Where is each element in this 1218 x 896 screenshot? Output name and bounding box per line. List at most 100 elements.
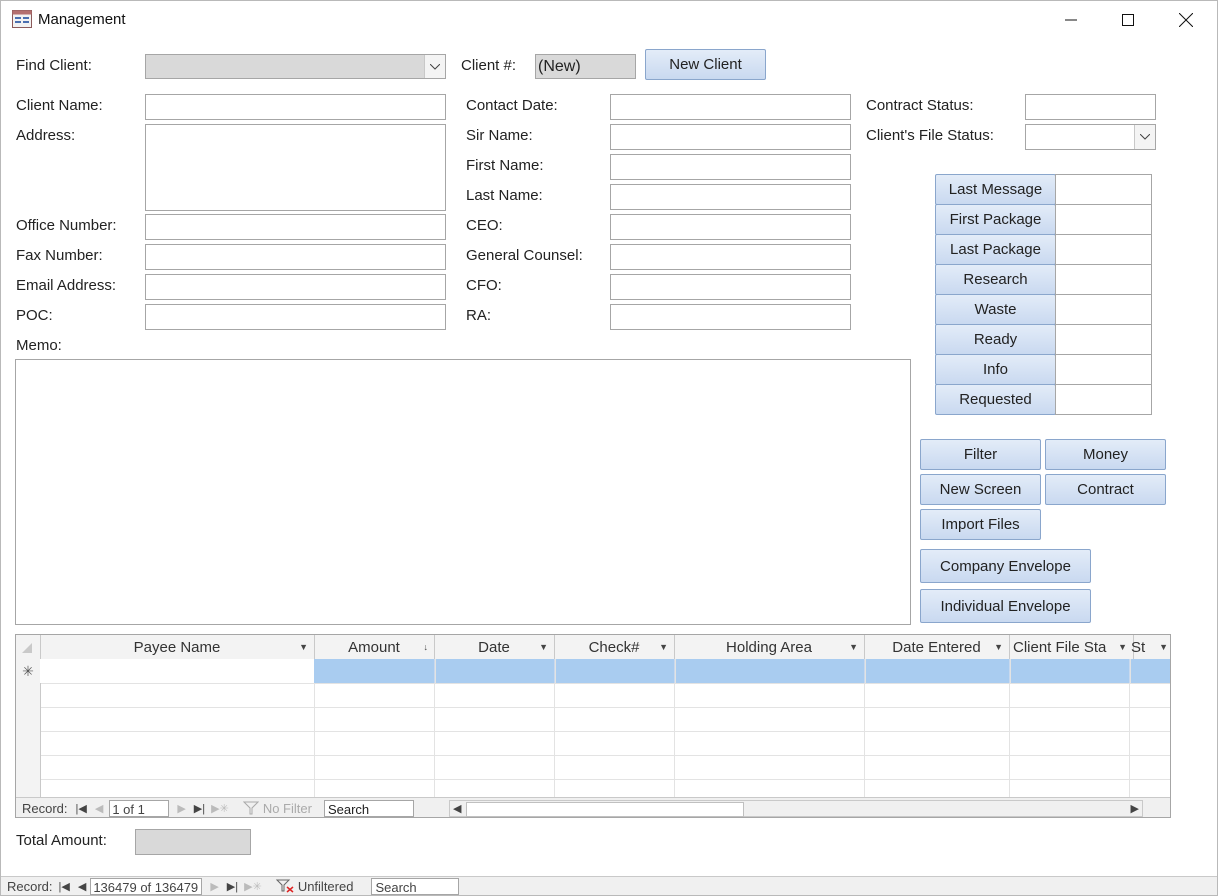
individual-envelope-button[interactable]: Individual Envelope bbox=[920, 589, 1091, 623]
poc-label: POC: bbox=[16, 307, 53, 324]
empty-row bbox=[16, 707, 1170, 732]
minimize-button[interactable] bbox=[1048, 4, 1094, 36]
col-check-number[interactable]: Check# ▼ bbox=[554, 635, 675, 659]
datasheet-header: Payee Name ▼ Amount ↓ Date ▼ Check# ▼ Holdin… bbox=[16, 635, 1170, 660]
grid-line bbox=[554, 683, 555, 797]
last-package-button[interactable]: Last Package bbox=[935, 234, 1056, 265]
maximize-button[interactable] bbox=[1105, 4, 1151, 36]
money-button[interactable]: Money bbox=[1045, 439, 1166, 470]
filter-button[interactable]: Filter bbox=[920, 439, 1041, 470]
previous-record-icon[interactable]: ◀ bbox=[95, 802, 103, 815]
ceo-field[interactable] bbox=[610, 214, 851, 240]
new-client-button[interactable]: New Client bbox=[645, 49, 766, 80]
sir-name-field[interactable] bbox=[610, 124, 851, 150]
first-name-field[interactable] bbox=[610, 154, 851, 180]
select-all-corner[interactable] bbox=[16, 635, 41, 659]
contract-status-field[interactable] bbox=[1025, 94, 1156, 120]
research-button[interactable]: Research bbox=[935, 264, 1056, 295]
form-record-position-field[interactable]: 136479 of 136479 bbox=[90, 877, 203, 895]
row-selector bbox=[16, 779, 41, 797]
next-record-icon[interactable]: ▶ bbox=[177, 802, 185, 815]
sort-descending-icon: ↓ bbox=[423, 642, 429, 652]
fax-number-label: Fax Number: bbox=[16, 247, 103, 264]
scroll-left-icon[interactable]: ◀ bbox=[453, 802, 461, 815]
poc-field[interactable] bbox=[145, 304, 446, 330]
address-field[interactable] bbox=[145, 124, 446, 211]
last-record-icon[interactable]: ▶| bbox=[194, 802, 205, 815]
col-holding-area[interactable]: Holding Area ▼ bbox=[674, 635, 865, 659]
horizontal-scrollbar[interactable]: ◀ ▶ bbox=[448, 799, 1143, 817]
col-date[interactable]: Date ▼ bbox=[434, 635, 555, 659]
cell-divider bbox=[864, 659, 866, 683]
client-name-field[interactable] bbox=[145, 94, 446, 120]
first-package-field[interactable] bbox=[1055, 204, 1152, 235]
total-amount-label: Total Amount: bbox=[16, 832, 107, 849]
find-client-combo[interactable] bbox=[145, 54, 446, 79]
find-client-dropdown-button[interactable] bbox=[424, 55, 445, 78]
col-status[interactable]: St ▼ bbox=[1129, 635, 1170, 659]
requested-button[interactable]: Requested bbox=[935, 384, 1056, 415]
new-record-icon[interactable]: ▶✳ bbox=[244, 880, 262, 893]
new-record-row[interactable]: ✳ bbox=[16, 659, 1170, 684]
next-record-icon[interactable]: ▶ bbox=[210, 880, 218, 893]
info-button[interactable]: Info bbox=[935, 354, 1056, 385]
grid-line bbox=[314, 683, 315, 797]
last-message-field[interactable] bbox=[1055, 174, 1152, 205]
record-position-field[interactable]: 1 of 1 bbox=[109, 799, 170, 817]
unfiltered-indicator[interactable]: Unfiltered bbox=[275, 879, 353, 894]
ready-field[interactable] bbox=[1055, 324, 1152, 355]
general-counsel-label: General Counsel: bbox=[466, 247, 583, 264]
previous-record-icon[interactable]: ◀ bbox=[78, 880, 86, 893]
find-client-label: Find Client: bbox=[16, 57, 92, 74]
research-field[interactable] bbox=[1055, 264, 1152, 295]
requested-field[interactable] bbox=[1055, 384, 1152, 415]
col-date-entered[interactable]: Date Entered ▼ bbox=[864, 635, 1010, 659]
new-screen-button[interactable]: New Screen bbox=[920, 474, 1041, 505]
info-field[interactable] bbox=[1055, 354, 1152, 385]
file-status-combo[interactable] bbox=[1025, 124, 1156, 150]
contact-date-field[interactable] bbox=[610, 94, 851, 120]
cell-divider bbox=[1009, 659, 1011, 683]
col-amount[interactable]: Amount ↓ bbox=[314, 635, 435, 659]
company-envelope-button[interactable]: Company Envelope bbox=[920, 549, 1091, 583]
first-record-icon[interactable]: |◀ bbox=[76, 802, 87, 815]
file-status-dropdown-button[interactable] bbox=[1134, 125, 1155, 149]
minimize-icon bbox=[1065, 19, 1077, 21]
email-address-field[interactable] bbox=[145, 274, 446, 300]
ra-field[interactable] bbox=[610, 304, 851, 330]
fax-number-field[interactable] bbox=[145, 244, 446, 270]
first-name-label: First Name: bbox=[466, 157, 544, 174]
col-client-file-status[interactable]: Client File Sta ▼ bbox=[1009, 635, 1134, 659]
dropdown-arrow-icon: ▼ bbox=[849, 642, 858, 652]
import-files-button[interactable]: Import Files bbox=[920, 509, 1041, 540]
cfo-field[interactable] bbox=[610, 274, 851, 300]
memo-field[interactable] bbox=[15, 359, 911, 625]
datasheet-search-field[interactable]: Search bbox=[323, 799, 414, 817]
col-payee-name[interactable]: Payee Name ▼ bbox=[40, 635, 315, 659]
client-name-label: Client Name: bbox=[16, 97, 103, 114]
close-button[interactable] bbox=[1163, 4, 1209, 36]
last-name-field[interactable] bbox=[610, 184, 851, 210]
grid-line bbox=[434, 683, 435, 797]
waste-field[interactable] bbox=[1055, 294, 1152, 325]
scrollbar-thumb[interactable] bbox=[465, 801, 744, 817]
form-search-field[interactable]: Search bbox=[371, 877, 460, 895]
office-number-field[interactable] bbox=[145, 214, 446, 240]
contract-button[interactable]: Contract bbox=[1045, 474, 1166, 505]
cell-divider bbox=[434, 659, 436, 683]
waste-button[interactable]: Waste bbox=[935, 294, 1056, 325]
last-package-field[interactable] bbox=[1055, 234, 1152, 265]
new-record-icon[interactable]: ▶✳ bbox=[211, 802, 229, 815]
no-filter-indicator[interactable]: No Filter bbox=[242, 801, 312, 816]
last-message-button[interactable]: Last Message bbox=[935, 174, 1056, 205]
cell-divider bbox=[674, 659, 676, 683]
cell-payee-name[interactable] bbox=[40, 659, 315, 683]
ready-button[interactable]: Ready bbox=[935, 324, 1056, 355]
last-record-icon[interactable]: ▶| bbox=[227, 880, 238, 893]
first-package-button[interactable]: First Package bbox=[935, 204, 1056, 235]
general-counsel-field[interactable] bbox=[610, 244, 851, 270]
scroll-right-icon[interactable]: ▶ bbox=[1130, 802, 1138, 815]
new-record-marker: ✳ bbox=[16, 659, 41, 683]
corner-triangle-icon bbox=[22, 643, 32, 653]
first-record-icon[interactable]: |◀ bbox=[59, 880, 70, 893]
